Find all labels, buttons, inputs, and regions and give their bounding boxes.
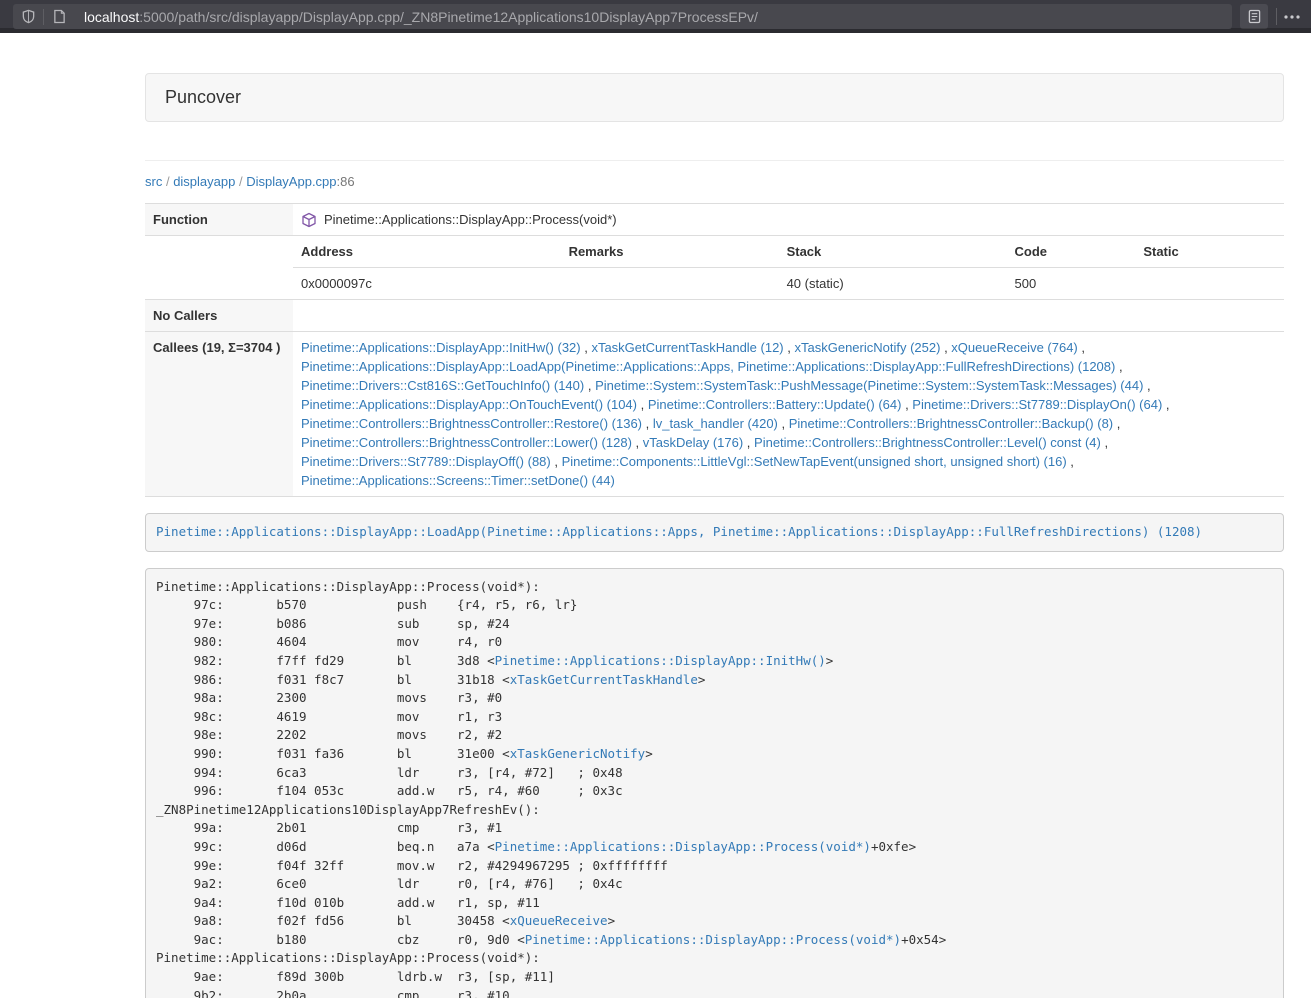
disasm-symbol-link[interactable]: Pinetime::Applications::DisplayApp::Proc… xyxy=(495,839,871,854)
callee-link[interactable]: Pinetime::Applications::Screens::Timer::… xyxy=(301,473,615,488)
callee-separator: , xyxy=(743,435,754,450)
callee-link[interactable]: Pinetime::Controllers::BrightnessControl… xyxy=(301,435,632,450)
callee-separator: , xyxy=(632,435,643,450)
table-row-stats: Address Remarks Stack Code Static 0x0000… xyxy=(145,236,1284,300)
callee-separator: , xyxy=(778,416,789,431)
callee-link[interactable]: Pinetime::Components::LittleVgl::SetNewT… xyxy=(562,454,1067,469)
callee-link[interactable]: Pinetime::Drivers::Cst816S::GetTouchInfo… xyxy=(301,378,584,393)
function-name: Pinetime::Applications::DisplayApp::Proc… xyxy=(324,210,617,229)
value-remarks xyxy=(561,268,779,300)
app-header: Puncover xyxy=(145,73,1284,122)
page-title: Puncover xyxy=(165,87,1264,108)
callee-separator: , xyxy=(1143,378,1150,393)
function-row-label: Function xyxy=(145,204,293,236)
callee-separator: , xyxy=(1078,340,1085,355)
url-bar[interactable]: localhost:5000/path/src/displayapp/Displ… xyxy=(13,4,1232,29)
col-code: Code xyxy=(1007,236,1136,268)
stats-data-row: 0x0000097c 40 (static) 500 xyxy=(293,268,1284,300)
no-callers-label: No Callers xyxy=(145,300,293,332)
table-row-callers: No Callers xyxy=(145,300,1284,332)
callee-link[interactable]: xTaskGetCurrentTaskHandle (12) xyxy=(591,340,783,355)
value-address: 0x0000097c xyxy=(293,268,561,300)
value-code: 500 xyxy=(1007,268,1136,300)
divider xyxy=(145,160,1284,161)
breadcrumb-separator: / xyxy=(162,174,173,189)
callees-list: Pinetime::Applications::DisplayApp::Init… xyxy=(293,332,1284,497)
callee-link[interactable]: vTaskDelay (176) xyxy=(643,435,743,450)
callee-separator: , xyxy=(637,397,648,412)
callee-separator: , xyxy=(584,378,595,393)
breadcrumb-link[interactable]: src xyxy=(145,174,162,189)
callees-label: Callees (19, Σ=3704 ) xyxy=(145,332,293,497)
callee-separator: , xyxy=(901,397,912,412)
callee-separator: , xyxy=(1067,454,1074,469)
callee-link[interactable]: Pinetime::Controllers::BrightnessControl… xyxy=(754,435,1101,450)
callee-link[interactable]: Pinetime::Controllers::BrightnessControl… xyxy=(789,416,1113,431)
col-address: Address xyxy=(293,236,561,268)
url-host: localhost xyxy=(84,9,139,25)
breadcrumb-separator: / xyxy=(235,174,246,189)
callee-separator: , xyxy=(1113,416,1120,431)
breadcrumb-link[interactable]: displayapp xyxy=(173,174,235,189)
col-stack: Stack xyxy=(779,236,1007,268)
symbol-snippet: Pinetime::Applications::DisplayApp::Load… xyxy=(145,513,1284,552)
callers-cell xyxy=(293,300,1284,332)
disasm-symbol-link[interactable]: xQueueReceive xyxy=(510,913,608,928)
callee-link[interactable]: Pinetime::Applications::DisplayApp::OnTo… xyxy=(301,397,637,412)
callee-separator: , xyxy=(551,454,562,469)
col-static: Static xyxy=(1135,236,1284,268)
function-table: Function Pinetime::Applications::Display… xyxy=(145,203,1284,497)
stats-header-row: Address Remarks Stack Code Static xyxy=(293,236,1284,268)
table-row-function: Function Pinetime::Applications::Display… xyxy=(145,204,1284,236)
callee-separator: , xyxy=(1101,435,1108,450)
page-info-icon[interactable] xyxy=(44,9,74,24)
callee-separator: , xyxy=(1162,397,1169,412)
reader-mode-button[interactable] xyxy=(1240,4,1268,29)
shield-icon[interactable] xyxy=(13,9,43,24)
callee-separator: , xyxy=(784,340,795,355)
callee-link[interactable]: xTaskGenericNotify (252) xyxy=(795,340,941,355)
stats-row-spacer xyxy=(145,236,293,300)
disasm-symbol-link[interactable]: Pinetime::Applications::DisplayApp::Init… xyxy=(495,653,826,668)
callee-separator: , xyxy=(581,340,592,355)
breadcrumb-line-number: :86 xyxy=(337,174,355,189)
package-icon xyxy=(301,212,317,228)
disasm-symbol-link[interactable]: Pinetime::Applications::DisplayApp::Proc… xyxy=(525,932,901,947)
callee-separator: , xyxy=(642,416,653,431)
disassembly-listing: Pinetime::Applications::DisplayApp::Proc… xyxy=(145,568,1284,998)
value-static xyxy=(1135,268,1284,300)
callee-link[interactable]: Pinetime::Applications::DisplayApp::Init… xyxy=(301,340,581,355)
callee-link[interactable]: lv_task_handler (420) xyxy=(653,416,778,431)
callee-separator: , xyxy=(1115,359,1122,374)
callee-link[interactable]: Pinetime::System::SystemTask::PushMessag… xyxy=(595,378,1143,393)
disasm-symbol-link[interactable]: xTaskGetCurrentTaskHandle xyxy=(510,672,698,687)
value-stack: 40 (static) xyxy=(779,268,1007,300)
url-text[interactable]: localhost:5000/path/src/displayapp/Displ… xyxy=(84,9,758,25)
table-row-callees: Callees (19, Σ=3704 ) Pinetime::Applicat… xyxy=(145,332,1284,497)
browser-toolbar: localhost:5000/path/src/displayapp/Displ… xyxy=(0,0,1311,33)
callee-link[interactable]: Pinetime::Controllers::Battery::Update()… xyxy=(648,397,902,412)
url-path: :5000/path/src/displayapp/DisplayApp.cpp… xyxy=(139,9,758,25)
callee-link[interactable]: Pinetime::Drivers::St7789::DisplayOn() (… xyxy=(912,397,1162,412)
function-name-cell: Pinetime::Applications::DisplayApp::Proc… xyxy=(293,204,1284,236)
callee-link[interactable]: Pinetime::Controllers::BrightnessControl… xyxy=(301,416,642,431)
breadcrumb-link[interactable]: DisplayApp.cpp xyxy=(246,174,336,189)
stats-table: Address Remarks Stack Code Static 0x0000… xyxy=(293,236,1284,299)
stats-cell: Address Remarks Stack Code Static 0x0000… xyxy=(293,236,1284,300)
snippet-link[interactable]: Pinetime::Applications::DisplayApp::Load… xyxy=(156,524,1202,539)
toolbar-divider xyxy=(1276,8,1277,25)
callee-link[interactable]: Pinetime::Drivers::St7789::DisplayOff() … xyxy=(301,454,551,469)
callee-link[interactable]: xQueueReceive (764) xyxy=(951,340,1077,355)
col-remarks: Remarks xyxy=(561,236,779,268)
page-container: Puncover src / displayapp / DisplayApp.c… xyxy=(145,73,1284,998)
breadcrumb: src / displayapp / DisplayApp.cpp:86 xyxy=(145,174,1284,189)
disasm-symbol-link[interactable]: xTaskGenericNotify xyxy=(510,746,645,761)
page-actions-menu-icon[interactable] xyxy=(1279,4,1305,29)
callee-separator: , xyxy=(940,340,951,355)
callee-link[interactable]: Pinetime::Applications::DisplayApp::Load… xyxy=(301,359,1115,374)
